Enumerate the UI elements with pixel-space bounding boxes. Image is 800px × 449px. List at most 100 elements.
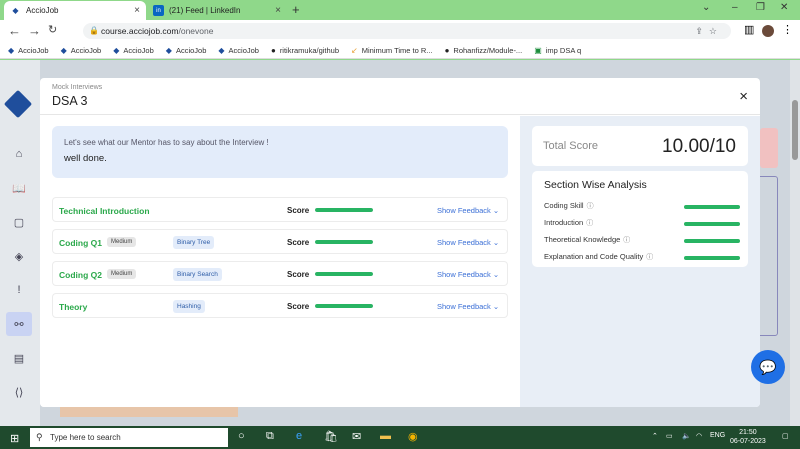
volume-icon[interactable]: 🔈 [682,432,691,440]
kebab-menu-icon[interactable]: ⋮ [782,23,793,36]
profile-avatar[interactable] [762,25,774,37]
total-score-label: Total Score [543,140,599,152]
close-icon[interactable]: × [739,88,748,105]
bookmark-item[interactable]: ↙ Minimum Time to R... [351,46,433,55]
topic-tag: Hashing [173,300,205,313]
modal-header: Mock Interviews DSA 3 × [40,78,760,115]
github-icon: ● [270,45,276,55]
info-icon[interactable]: ⓘ [646,254,653,261]
taskbar-clock[interactable]: 21:50 06-07-2023 [730,428,766,446]
bookmark-item[interactable]: ◆ AccioJob [218,46,259,55]
book-icon[interactable]: 📖 [11,180,27,196]
page-scrollbar[interactable] [790,60,800,426]
mail-icon[interactable]: ✉ [352,430,361,443]
bookmark-item[interactable]: ◆ AccioJob [8,46,49,55]
forward-icon[interactable]: → [28,23,41,38]
section-row: Explanation and Code Quality ⓘ [544,252,740,264]
search-placeholder: Type here to search [50,433,121,442]
store-icon[interactable]: 🛍 [324,430,338,443]
windows-start-icon[interactable]: ⊞ [10,432,19,445]
pin-icon[interactable]: ! [11,282,27,298]
chrome-icon[interactable]: ◉ [408,430,418,443]
file-explorer-icon[interactable]: ▬ [380,430,391,442]
app-sidebar: ⌂ 📖 ▢ ◈ ! ⚯ ▤ ⟨⟩ [0,60,40,426]
chat-support-button[interactable]: 💬 [751,350,785,384]
info-icon[interactable]: ⓘ [586,220,593,227]
lock-icon: 🔒 [89,26,99,35]
score-bar-fill [315,240,373,244]
brand-logo-icon [3,89,33,119]
score-label: Score [287,206,310,215]
mentor-feedback: well done. [64,153,107,164]
scrollbar-thumb[interactable] [792,100,798,160]
bookmark-label: ritikramuka/github [279,45,340,55]
code-icon[interactable]: ⟨⟩ [11,384,27,400]
task-view-icon[interactable]: ⧉ [266,430,274,443]
share-icon[interactable]: ⇪ [695,26,709,36]
interview-result-modal: Mock Interviews DSA 3 × Let's see what o… [40,78,760,407]
score-panel: Total Score 10.00/10 Section Wise Analys… [520,116,760,407]
topic-tag: Binary Search [173,268,222,281]
info-icon[interactable]: ⓘ [623,237,630,244]
tray-chevron-up-icon[interactable]: ⌃ [652,432,658,440]
mentor-prompt: Let's see what our Mentor has to say abo… [64,138,269,147]
reload-icon[interactable]: ↻ [48,23,57,36]
score-bar-fill [315,272,373,276]
tab-title: (21) Feed | LinkedIn [169,6,241,15]
new-tab-icon[interactable]: + [292,2,300,17]
wifi-icon[interactable]: ◠ [696,432,702,440]
back-icon[interactable]: ← [8,23,21,38]
tab-bar: ◆ AccioJob × in (21) Feed | LinkedIn × +… [0,0,800,20]
score-bar [315,304,373,308]
section-bar-fill [684,239,740,243]
bookmark-item[interactable]: ◆ AccioJob [166,46,207,55]
bookmark-item[interactable]: ● ritikramuka/github [271,46,339,55]
show-feedback-link[interactable]: Show Feedback ⌄ [437,238,499,247]
info-icon[interactable]: ⓘ [587,203,594,210]
bookmark-item[interactable]: ◆ AccioJob [61,46,102,55]
show-feedback-link[interactable]: Show Feedback ⌄ [437,270,499,279]
close-tab-icon[interactable]: × [134,5,140,16]
bookmark-item[interactable]: ▣ imp DSA q [534,46,581,55]
feedback-label: Show Feedback [437,302,491,311]
star-icon[interactable]: ☆ [709,26,723,36]
bookmark-item[interactable]: ◆ AccioJob [113,46,154,55]
chevron-down-icon[interactable]: ⌄ [702,2,710,13]
score-bar-fill [315,208,373,212]
notifications-icon[interactable]: ▢ [782,432,789,440]
tab-acciojob[interactable]: ◆ AccioJob × [4,1,146,20]
rounds-panel: Let's see what our Mentor has to say abo… [40,116,520,407]
restore-icon[interactable]: ❐ [756,2,765,13]
bookmark-item[interactable]: ● Rohanfizz/Module-... [445,46,523,55]
chat-icon[interactable]: ▢ [11,214,27,230]
minimize-icon[interactable]: – [732,2,738,13]
score-label: Score [287,302,310,311]
home-icon[interactable]: ⌂ [11,146,27,162]
sidebar-toggle-icon[interactable]: ▥ [744,23,754,36]
feedback-label: Show Feedback [437,238,491,247]
section-bar-fill [684,205,740,209]
bookmarks-bar: ◆ AccioJob ◆ AccioJob ◆ AccioJob ◆ AccioJob … [0,42,800,59]
close-tab-icon[interactable]: × [275,5,281,16]
chevron-down-icon: ⌄ [492,270,500,279]
acciojob-icon: ◆ [218,45,225,55]
show-feedback-link[interactable]: Show Feedback ⌄ [437,206,499,215]
taskbar-search-input[interactable]: ⚲ Type here to search [30,428,228,447]
url-input[interactable]: 🔒 course.acciojob.com/onevone ⇪☆ [83,23,731,39]
mock-interview-icon[interactable]: ⚯ [6,312,32,336]
language-indicator[interactable]: ENG [710,432,725,439]
battery-icon[interactable]: ▭ [666,432,673,440]
background-card [760,128,778,168]
edge-icon[interactable]: e [296,430,302,442]
address-bar-row: ← → ↻ 🔒 course.acciojob.com/onevone ⇪☆ ▥… [0,20,800,42]
difficulty-badge: Medium [107,269,137,279]
document-icon[interactable]: ▤ [11,350,27,366]
show-feedback-link[interactable]: Show Feedback ⌄ [437,302,499,311]
tab-linkedin[interactable]: in (21) Feed | LinkedIn × [147,1,287,20]
close-window-icon[interactable]: ✕ [780,2,788,13]
section-bar [684,256,740,260]
bookmark-label: AccioJob [70,45,102,55]
section-label: Theoretical Knowledge [544,235,621,244]
layers-icon[interactable]: ◈ [11,248,27,264]
cortana-icon[interactable]: ○ [238,430,245,442]
